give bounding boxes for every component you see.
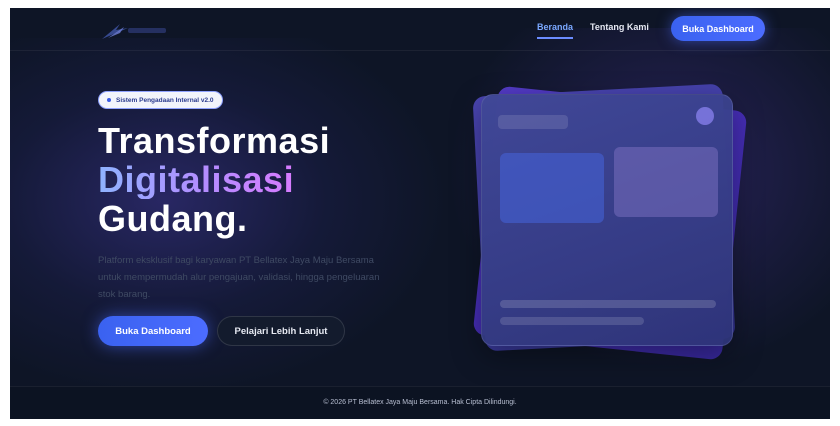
mock-panel-left (500, 153, 604, 223)
hero-illustration (455, 70, 755, 370)
mock-panel-right (614, 147, 718, 217)
nav-open-dashboard-button[interactable]: Buka Dashboard (671, 16, 765, 41)
status-dot-icon (107, 98, 111, 102)
mock-avatar-dot (696, 107, 714, 125)
top-navbar: Beranda Tentang Kami Buka Dashboard (10, 8, 830, 51)
open-dashboard-button[interactable]: Buka Dashboard (98, 316, 208, 346)
nav-link-tentang-kami[interactable]: Tentang Kami (590, 22, 649, 32)
version-badge: Sistem Pengadaan Internal v2.0 (98, 91, 223, 109)
hero-title-line-3: Gudang. (98, 198, 248, 239)
hero-description: Platform eksklusif bagi karyawan PT Bell… (98, 255, 380, 300)
mock-text-line-1 (500, 300, 716, 308)
hero-title-line-2: Digitalisasi (98, 159, 295, 200)
mock-text-line-2 (500, 317, 644, 325)
page-footer: © 2026 PT Bellatex Jaya Maju Bersama. Ha… (10, 386, 830, 419)
nav-active-underline (537, 37, 573, 39)
illustration-card-front (481, 94, 733, 346)
nav-link-beranda[interactable]: Beranda (537, 22, 573, 32)
logo-arrow-icon (102, 24, 166, 39)
company-logo[interactable] (98, 20, 174, 42)
mock-header-bar (498, 115, 568, 129)
hero-title-line-1: Transformasi (98, 120, 331, 161)
badge-label: Sistem Pengadaan Internal v2.0 (116, 96, 214, 104)
learn-more-button[interactable]: Pelajari Lebih Lanjut (217, 316, 345, 346)
copyright-text: © 2026 PT Bellatex Jaya Maju Bersama. Ha… (323, 399, 517, 406)
landing-page: Beranda Tentang Kami Buka Dashboard Sist… (10, 8, 830, 419)
